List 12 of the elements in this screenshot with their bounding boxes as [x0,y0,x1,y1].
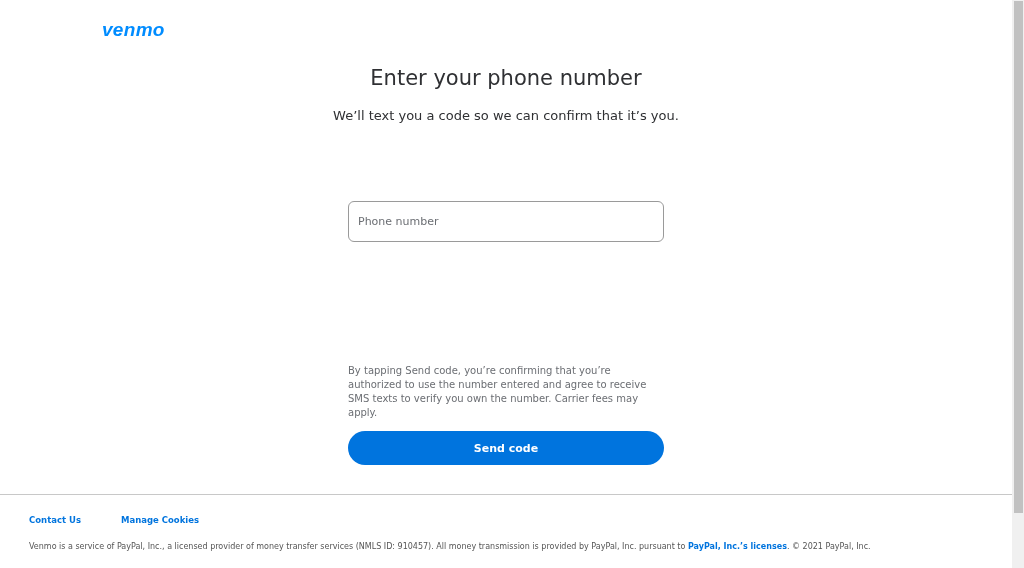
logo[interactable]: venmo [102,19,165,40]
subheading: We’ll text you a code so we can confirm that it’s you. [333,108,679,123]
scrollbar-thumb[interactable] [1013,1,1023,513]
footer-link[interactable]: Manage Cookies [120,515,200,525]
licenses-link[interactable]: PayPal, Inc.’s licenses [687,542,787,551]
scrollbar[interactable] [1012,0,1024,568]
page-heading: Enter your phone number [370,65,642,91]
consent-text: By tapping Send code, you’re confirming that you’re authorized to use the number entered and agree to receive SMS texts to verify you own the number. Carrier fees may apply. [348,364,648,420]
send-code-button[interactable]: Send code [348,431,664,465]
footer-link[interactable]: Contact Us [29,515,81,525]
legal-text: Venmo is a service of PayPal, Inc., a licensed provider of money transfer services (NMLS ID: 910457). All money transmission is provided by PayPal, Inc. pursuant to PayPal, Inc.’s licenses. © 2021 PayPal, Inc. [29,542,872,551]
phone-number-field[interactable]: Phone number [348,201,664,242]
